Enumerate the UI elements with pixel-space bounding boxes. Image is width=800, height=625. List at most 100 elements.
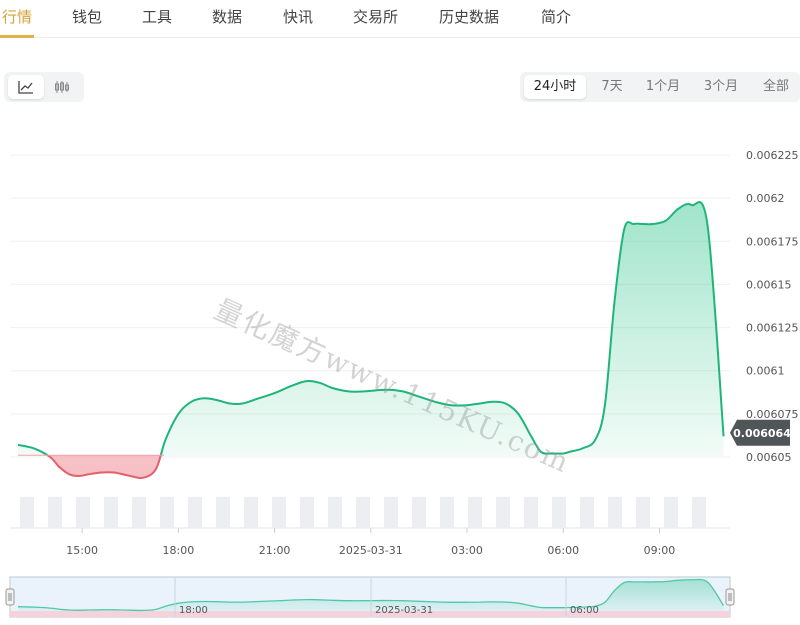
volume-bar (608, 496, 622, 528)
navigator-down-band (10, 611, 730, 617)
price-point (128, 474, 132, 478)
y-tick-label: 0.00615 (746, 278, 792, 291)
price-point (385, 388, 389, 392)
volume-bar (160, 496, 174, 528)
price-point (548, 452, 552, 456)
volume-bar (356, 496, 370, 528)
volume-bar (524, 496, 538, 528)
x-tick-label: 2025-03-31 (339, 544, 403, 557)
price-point (690, 203, 694, 207)
range-navigator[interactable]: 18:00 2025-03-31 06:00 (5, 576, 735, 618)
price-point (706, 224, 710, 228)
price-point (77, 474, 81, 478)
price-point (154, 467, 158, 471)
area-fill-up (18, 202, 724, 456)
x-tick-label: 06:00 (547, 544, 579, 557)
y-tick-label: 0.006125 (746, 322, 799, 335)
navigator-left-handle[interactable] (5, 588, 15, 606)
x-axis-labels: 15:00 18:00 21:00 2025-03-31 03:00 06:00 09:00 (66, 528, 675, 557)
price-tag-label: 0.006064 (733, 427, 791, 440)
price-point (48, 455, 52, 459)
x-tick-label: 03:00 (451, 544, 483, 557)
price-point (632, 222, 636, 226)
price-point (568, 450, 572, 454)
volume-bar (580, 496, 594, 528)
price-point (516, 412, 520, 416)
navigator-tick-label: 06:00 (570, 605, 599, 616)
price-point (58, 465, 62, 469)
volume-bar (188, 496, 202, 528)
price-point (449, 403, 453, 407)
y-tick-label: 0.006075 (746, 408, 799, 421)
volume-bar (216, 496, 230, 528)
volume-bar (48, 496, 62, 528)
price-point (112, 471, 116, 475)
x-tick-label: 15:00 (66, 544, 98, 557)
price-point (677, 207, 681, 211)
x-tick-label: 18:00 (163, 544, 195, 557)
price-point (305, 379, 309, 383)
price-chart: 0.006225 0.0062 0.006175 0.00615 0.006125 0.0… (5, 149, 799, 618)
price-point (504, 402, 508, 406)
price-point (99, 471, 103, 475)
price-point (478, 402, 482, 406)
volume-bar (412, 496, 426, 528)
y-tick-label: 0.006225 (746, 149, 799, 162)
price-point (613, 300, 617, 304)
price-point (87, 472, 91, 476)
navigator-right-handle[interactable] (725, 588, 735, 606)
price-point (273, 391, 277, 395)
price-point (67, 472, 71, 476)
x-tick-label: 21:00 (259, 544, 291, 557)
volume-bar (636, 496, 650, 528)
volume-bars (20, 496, 706, 528)
volume-bar (300, 496, 314, 528)
price-point (417, 395, 421, 399)
current-price-tag: 0.006064 (730, 419, 791, 446)
volume-bar (132, 496, 146, 528)
price-point (257, 396, 261, 400)
x-tick-label: 09:00 (644, 544, 676, 557)
y-tick-label: 0.00605 (746, 451, 792, 464)
price-point (465, 403, 469, 407)
price-point (581, 446, 585, 450)
y-tick-label: 0.0062 (746, 192, 785, 205)
price-area (18, 202, 724, 479)
y-axis-labels: 0.006225 0.0062 0.006175 0.00615 0.006125 0.0… (746, 149, 799, 464)
price-point (561, 452, 565, 456)
price-point (722, 434, 726, 438)
price-point (241, 402, 245, 406)
volume-bar (552, 496, 566, 528)
y-tick-label: 0.0061 (746, 365, 785, 378)
price-point (164, 438, 168, 442)
price-point (176, 412, 180, 416)
volume-bar (20, 496, 34, 528)
price-point (141, 476, 145, 480)
price-point (664, 219, 668, 223)
price-point (651, 222, 655, 226)
volume-bar (384, 496, 398, 528)
price-point (202, 396, 206, 400)
price-point (318, 381, 322, 385)
price-point (529, 434, 533, 438)
price-point (215, 398, 219, 402)
price-point (555, 452, 559, 456)
price-point (228, 402, 232, 406)
price-point (603, 403, 607, 407)
volume-bar (468, 496, 482, 528)
price-point (433, 400, 437, 404)
price-point (330, 386, 334, 390)
price-point (189, 400, 193, 404)
price-point (641, 222, 645, 226)
price-point (289, 384, 293, 388)
y-tick-label: 0.006175 (746, 235, 799, 248)
navigator-tick-label: 18:00 (179, 605, 208, 616)
volume-bar (244, 496, 258, 528)
price-point (346, 389, 350, 393)
price-point (401, 389, 405, 393)
price-point (539, 450, 543, 454)
price-point (622, 227, 626, 231)
price-point (16, 443, 20, 447)
volume-bar (76, 496, 90, 528)
volume-bar (104, 496, 118, 528)
